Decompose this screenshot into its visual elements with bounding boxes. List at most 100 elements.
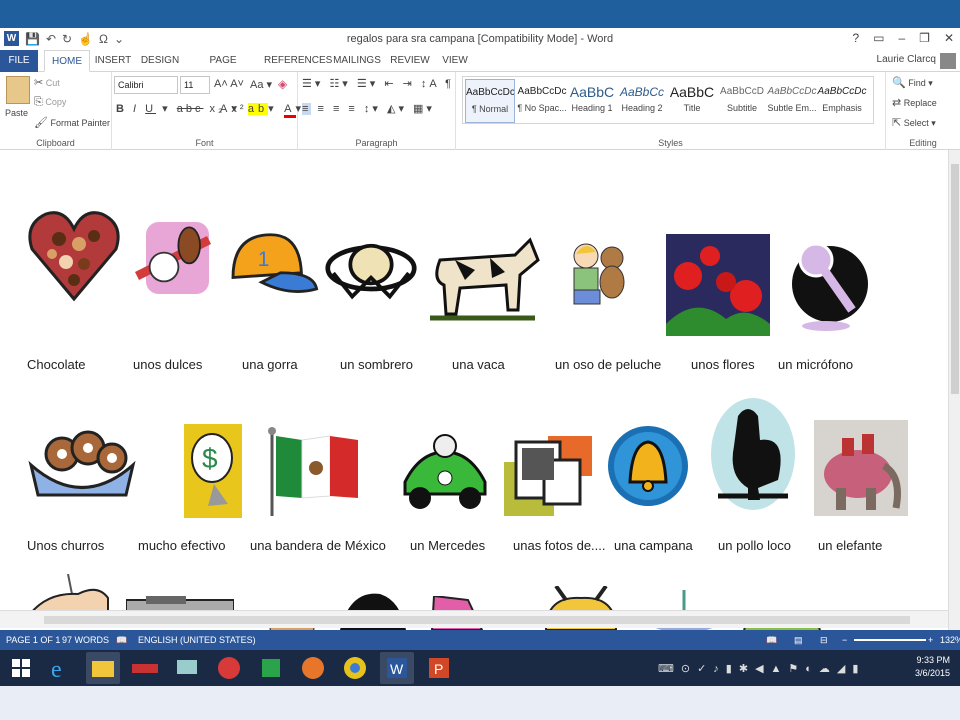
flowers-clipart[interactable]: [666, 234, 770, 336]
cloud-app-icon[interactable]: [212, 652, 246, 684]
taskbar-clock[interactable]: 9:33 PM 3/6/2015: [915, 654, 950, 680]
internet-explorer-icon[interactable]: e: [44, 652, 78, 684]
user-name[interactable]: Laurie Clarcq: [877, 54, 936, 65]
tab-home[interactable]: HOME: [44, 50, 90, 72]
rooster-clipart[interactable]: [708, 396, 798, 514]
avatar[interactable]: [940, 53, 956, 69]
font-size-combo[interactable]: 11: [180, 76, 210, 94]
read-mode-icon[interactable]: 📖: [766, 635, 777, 646]
teddy-bear-clipart[interactable]: [562, 234, 634, 318]
bell-clipart[interactable]: [606, 416, 690, 516]
document-page[interactable]: 1 Chocolate unos dulces una gorra un som…: [0, 150, 948, 630]
tab-insert[interactable]: INSERT: [94, 50, 132, 72]
replace-button[interactable]: ⇄ Replace: [892, 96, 937, 109]
windows-logo-icon: [12, 659, 30, 677]
elephant-clipart[interactable]: [814, 420, 908, 516]
ribbon-display-button[interactable]: ▭: [873, 31, 884, 45]
powerpoint-icon[interactable]: P: [422, 652, 456, 684]
tab-page-layout[interactable]: PAGE LAYOUT: [190, 50, 256, 88]
tab-view[interactable]: VIEW: [438, 50, 472, 72]
style-subtitle[interactable]: AaBbCcD Subtitle: [717, 79, 767, 123]
font-color-buttons[interactable]: A▾ ab▾ A▾: [220, 102, 305, 118]
tab-review[interactable]: REVIEW: [390, 50, 430, 72]
close-button[interactable]: ✕: [944, 31, 954, 45]
font-name-combo[interactable]: Calibri: [114, 76, 178, 94]
language-indicator[interactable]: ENGLISH (UNITED STATES): [138, 635, 256, 645]
style-heading-2[interactable]: AaBbCc Heading 2: [617, 79, 667, 123]
minimize-button[interactable]: –: [898, 31, 905, 45]
tab-mailings[interactable]: MAILINGS: [332, 50, 382, 72]
tab-design[interactable]: DESIGN: [140, 50, 180, 72]
style-emphasis[interactable]: AaBbCcDc Emphasis: [817, 79, 867, 123]
list-buttons[interactable]: ☰▾ ☷▾ ☰▾ ⇤ ⇥ ↕A ¶: [302, 77, 454, 90]
paste-button[interactable]: Paste: [5, 108, 28, 118]
race-car-clipart[interactable]: [400, 432, 490, 516]
horizontal-scrollbar[interactable]: [0, 610, 948, 628]
caption-oso: un oso de peluche: [555, 357, 662, 372]
styles-gallery: AaBbCcDc ¶ Normal AaBbCcDc ¶ No Spac... Aa…: [462, 76, 874, 124]
style-subtle-emphasis[interactable]: AaBbCcDc Subtle Em...: [767, 79, 817, 123]
restore-button[interactable]: ❐: [919, 31, 930, 45]
chocolate-box-clipart[interactable]: [24, 202, 124, 306]
zoom-level[interactable]: 132%: [940, 635, 960, 645]
paragraph-group-label: Paragraph: [355, 138, 398, 148]
cow-clipart[interactable]: [420, 230, 540, 326]
web-layout-icon[interactable]: ⊟: [820, 635, 828, 646]
help-button[interactable]: ?: [852, 31, 859, 45]
style-sample: AaBbCcDc: [466, 87, 515, 98]
horse-clipart[interactable]: [28, 574, 110, 614]
word-count[interactable]: 97 WORDS: [62, 635, 109, 645]
chrome-icon[interactable]: [338, 652, 372, 684]
start-button[interactable]: [4, 652, 38, 684]
style-normal[interactable]: AaBbCcDc ¶ Normal: [465, 79, 515, 123]
style-name: ¶ No Spac...: [517, 103, 567, 113]
format-painter-button[interactable]: 🖌 Format Painter: [34, 116, 110, 129]
mexico-flag-clipart[interactable]: [266, 426, 362, 516]
cap-clipart[interactable]: 1: [222, 230, 320, 306]
firefox-icon[interactable]: [296, 652, 330, 684]
find-button[interactable]: 🔍 Find ▾: [892, 76, 933, 89]
caption-bandera: una bandera de México: [250, 538, 386, 553]
copy-button[interactable]: ⎘ Copy: [34, 96, 66, 109]
photos-clipart[interactable]: [504, 432, 592, 516]
print-layout-icon[interactable]: ▤: [794, 635, 803, 646]
proofing-icon[interactable]: 📖: [116, 635, 127, 646]
style-name: Heading 2: [621, 103, 663, 113]
style-heading-1[interactable]: AaBbC Heading 1: [567, 79, 617, 123]
system-tray-icons[interactable]: ⌨⊙✓♪▮✱◀▲⚑◐☁◢▮: [658, 662, 865, 675]
vertical-scrollbar[interactable]: [948, 150, 960, 630]
cut-button[interactable]: ✂ Cut: [34, 76, 60, 89]
caption-pollo: un pollo loco: [718, 538, 791, 553]
tab-references[interactable]: REFERENCES: [264, 50, 332, 72]
style-sample: AaBbCcDc: [517, 86, 567, 97]
zoom-slider[interactable]: [854, 639, 926, 641]
candy-clipart[interactable]: [128, 208, 218, 308]
style-name: Emphasis: [822, 103, 862, 113]
style-title[interactable]: AaBbC Title: [667, 79, 717, 123]
churros-clipart[interactable]: [26, 420, 138, 500]
word-taskbar-icon[interactable]: W: [380, 652, 414, 684]
clear-formatting-icon[interactable]: ◈: [278, 77, 287, 91]
alignment-buttons[interactable]: ≡ ≡ ≡ ≡ ↕▾ ◭▾ ▦▾: [302, 102, 435, 115]
ribbon: Paste ✂ Cut ⎘ Copy 🖌 Format Painter Clip…: [0, 72, 960, 150]
style-no-spacing[interactable]: AaBbCcDc ¶ No Spac...: [517, 79, 567, 123]
select-button[interactable]: ⇱ Select ▾: [892, 116, 936, 129]
hat-clipart[interactable]: [324, 240, 418, 306]
change-case-button[interactable]: Aa ▾: [250, 78, 272, 91]
microphone-clipart[interactable]: [786, 230, 870, 336]
monitor-app-icon[interactable]: [170, 652, 204, 684]
grow-font-button[interactable]: A˄ A˅: [214, 78, 244, 90]
zoom-in-icon[interactable]: +: [928, 635, 933, 645]
caption-gorra: una gorra: [242, 357, 298, 372]
tab-file[interactable]: FILE: [0, 50, 38, 72]
windows-taskbar: e W P ⌨⊙✓♪▮✱◀▲⚑◐☁◢▮ 9:33 PM 3/6/2015: [0, 650, 960, 686]
store-icon[interactable]: [254, 652, 288, 684]
file-explorer-icon[interactable]: [86, 652, 120, 684]
horizontal-scroll-thumb[interactable]: [44, 616, 910, 624]
zoom-out-icon[interactable]: −: [842, 635, 847, 645]
page-count[interactable]: PAGE 1 OF 1: [6, 635, 60, 645]
paste-icon[interactable]: [6, 76, 30, 104]
lenovo-app-icon[interactable]: [128, 652, 162, 684]
vertical-scroll-thumb[interactable]: [951, 164, 959, 394]
money-clipart[interactable]: $: [184, 424, 242, 518]
